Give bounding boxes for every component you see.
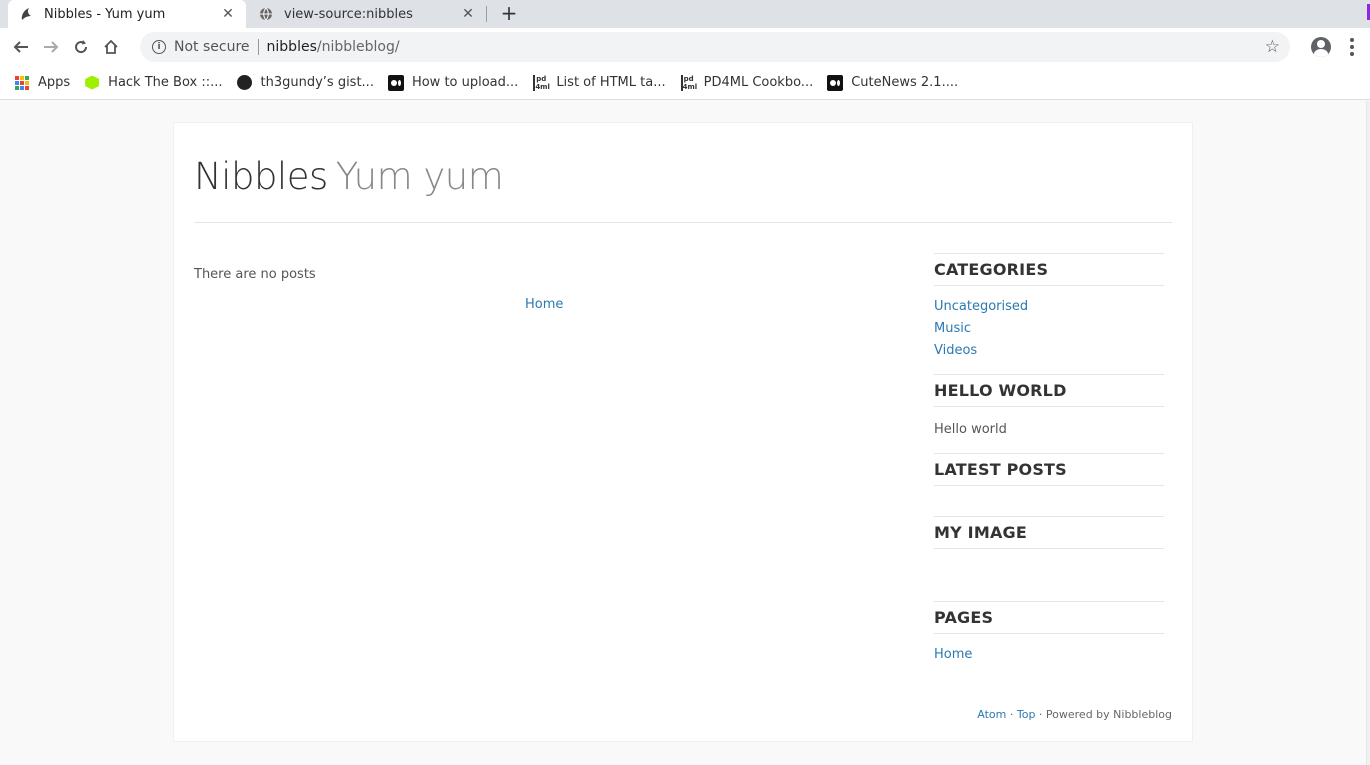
forward-arrow-icon[interactable] bbox=[36, 32, 66, 62]
bookmark-apps[interactable]: Apps bbox=[14, 75, 70, 91]
bookmark-html-tags[interactable]: pd 4ml List of HTML ta... bbox=[532, 74, 666, 91]
category-link-uncategorised[interactable]: Uncategorised bbox=[934, 296, 1164, 318]
footer-separator: · bbox=[1006, 708, 1017, 721]
plugin-title: MY IMAGE bbox=[934, 517, 1164, 549]
globe-icon bbox=[258, 6, 274, 22]
plugin-my-image: MY IMAGE bbox=[934, 516, 1164, 601]
plugin-title: HELLO WORLD bbox=[934, 375, 1164, 407]
security-label: Not secure bbox=[174, 39, 250, 55]
plugin-latest-posts: LATEST POSTS bbox=[934, 453, 1164, 516]
tab-title: view-source:nibbles bbox=[284, 6, 413, 22]
plugin-categories: CATEGORIES Uncategorised Music Videos bbox=[934, 253, 1164, 374]
hello-world-text: Hello world bbox=[934, 422, 1007, 437]
page-viewport: Nibbles Yum yum There are no posts Home C… bbox=[0, 101, 1366, 765]
bookmark-pd4ml-cookbook[interactable]: pd 4ml PD4ML Cookbo... bbox=[680, 74, 814, 91]
info-icon[interactable]: i bbox=[152, 40, 166, 54]
tab-separator bbox=[486, 6, 487, 22]
hackthebox-icon bbox=[84, 75, 100, 91]
address-bar[interactable]: i Not secure nibbles/nibbleblog/ ☆ bbox=[140, 32, 1290, 62]
category-link-videos[interactable]: Videos bbox=[934, 340, 1164, 362]
tab-title: Nibbles - Yum yum bbox=[44, 6, 166, 22]
site-name: Nibbles bbox=[194, 155, 328, 198]
reload-icon[interactable] bbox=[66, 32, 96, 62]
bookmark-star-icon[interactable]: ☆ bbox=[1265, 37, 1280, 57]
back-arrow-icon[interactable] bbox=[6, 32, 36, 62]
plugin-title: CATEGORIES bbox=[934, 254, 1164, 286]
pager-home-link[interactable]: Home bbox=[525, 297, 563, 312]
profile-avatar-icon[interactable] bbox=[1311, 37, 1331, 57]
pd4ml-icon: pd 4ml bbox=[533, 74, 550, 91]
blog-container: Nibbles Yum yum There are no posts Home C… bbox=[173, 122, 1193, 742]
site-footer: Atom · Top · Powered by Nibbleblog bbox=[977, 708, 1172, 721]
page-link-home[interactable]: Home bbox=[934, 644, 1164, 666]
bookmark-label: th3gundy’s gist... bbox=[260, 75, 374, 90]
bookmark-gist[interactable]: th3gundy’s gist... bbox=[237, 75, 374, 91]
close-tab-icon[interactable]: ✕ bbox=[220, 6, 236, 22]
no-posts-message: There are no posts bbox=[194, 267, 316, 282]
browser-toolbar: i Not secure nibbles/nibbleblog/ ☆ bbox=[0, 28, 1370, 66]
plugin-hello-world: HELLO WORLD Hello world bbox=[934, 374, 1164, 453]
nibbleblog-favicon-icon bbox=[18, 6, 34, 22]
bookmark-label: How to upload... bbox=[411, 75, 519, 90]
main-content: There are no posts Home bbox=[194, 267, 894, 312]
plugin-pages: PAGES Home bbox=[934, 601, 1164, 678]
category-link-music[interactable]: Music bbox=[934, 318, 1164, 340]
plugin-title: PAGES bbox=[934, 602, 1164, 634]
powered-by-text: · Powered by Nibbleblog bbox=[1035, 708, 1172, 721]
tab-view-source[interactable]: view-source:nibbles ✕ bbox=[248, 0, 486, 28]
bookmarks-bar: Apps Hack The Box ::... th3gundy’s gist.… bbox=[0, 66, 1370, 100]
bookmark-label: CuteNews 2.1.... bbox=[851, 75, 959, 90]
atom-feed-link[interactable]: Atom bbox=[977, 708, 1006, 721]
omnibox-divider bbox=[257, 39, 259, 55]
tab-bar: Nibbles - Yum yum ✕ view-source:nibbles … bbox=[0, 0, 1370, 28]
site-title[interactable]: Nibbles Yum yum bbox=[194, 155, 1172, 198]
bookmark-label: Apps bbox=[38, 75, 71, 90]
bookmark-label: List of HTML ta... bbox=[556, 75, 666, 90]
bookmark-how-to-upload[interactable]: How to upload... bbox=[387, 74, 519, 91]
url-host: nibbles bbox=[266, 39, 317, 55]
bookmark-cutenews[interactable]: CuteNews 2.1.... bbox=[827, 74, 959, 91]
sidebar: CATEGORIES Uncategorised Music Videos HE… bbox=[934, 253, 1164, 678]
browser-menu-icon[interactable] bbox=[1342, 32, 1362, 62]
bookmark-label: PD4ML Cookbo... bbox=[703, 75, 814, 90]
bookmark-hackthebox[interactable]: Hack The Box ::... bbox=[84, 75, 223, 91]
medium-icon bbox=[387, 74, 404, 91]
github-icon bbox=[237, 75, 253, 91]
page-scrollbar[interactable] bbox=[1366, 101, 1370, 765]
apps-grid-icon bbox=[14, 75, 30, 91]
tab-nibbles[interactable]: Nibbles - Yum yum ✕ bbox=[8, 0, 246, 28]
pd4ml-icon: pd 4ml bbox=[680, 74, 698, 91]
url-path: /nibbleblog/ bbox=[316, 39, 400, 55]
medium-icon bbox=[827, 74, 844, 91]
new-tab-icon[interactable]: + bbox=[498, 3, 520, 24]
plugin-title: LATEST POSTS bbox=[934, 454, 1164, 486]
home-icon[interactable] bbox=[96, 32, 126, 62]
site-header: Nibbles Yum yum bbox=[194, 155, 1172, 223]
site-slogan: Yum yum bbox=[335, 155, 504, 198]
bookmark-label: Hack The Box ::... bbox=[108, 75, 223, 90]
close-tab-icon[interactable]: ✕ bbox=[460, 6, 476, 22]
back-to-top-link[interactable]: Top bbox=[1017, 708, 1036, 721]
